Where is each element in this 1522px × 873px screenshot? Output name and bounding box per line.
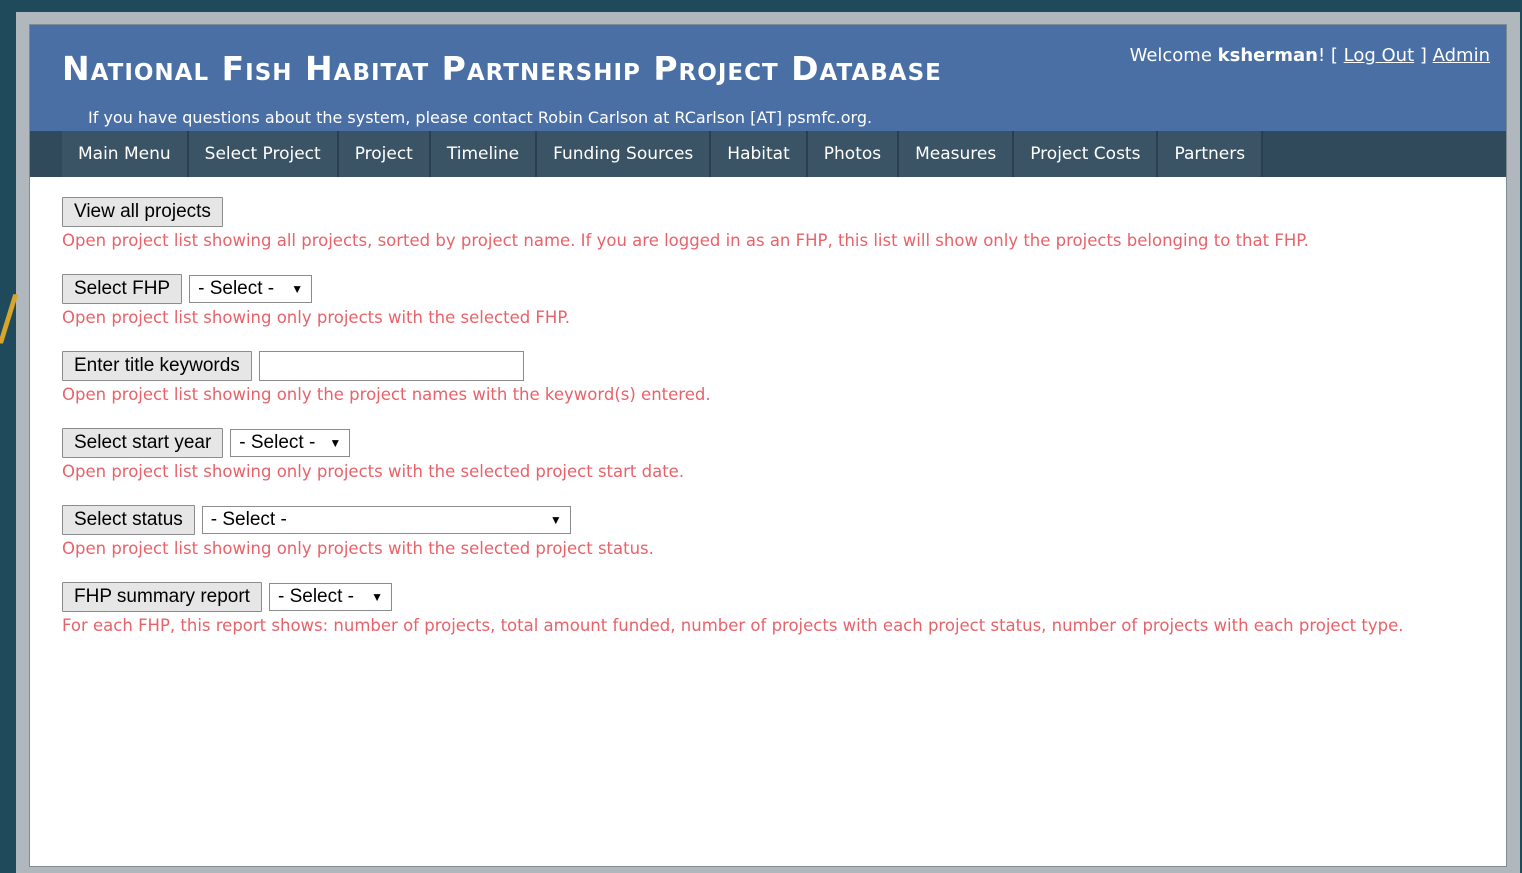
nav-item-project[interactable]: Project — [338, 131, 431, 177]
keywords-row: Enter title keywords — [62, 351, 1506, 381]
welcome-separator: ] — [1414, 45, 1433, 66]
browser-page: National Fish Habitat Partnership Projec… — [29, 24, 1507, 867]
fhp-summary-report-button[interactable]: FHP summary report — [62, 582, 262, 612]
main-nav: Main Menu Select Project Project Timelin… — [30, 131, 1506, 177]
nav-item-measures[interactable]: Measures — [899, 131, 1015, 177]
admin-link[interactable]: Admin — [1433, 45, 1490, 66]
select-fhp-button[interactable]: Select FHP — [62, 274, 183, 304]
start-year-row: Select start year - Select - ▼ — [62, 428, 1506, 458]
welcome-bar: Welcome ksherman! [ Log Out ] Admin — [1130, 45, 1490, 66]
welcome-prefix: Welcome — [1129, 45, 1218, 66]
fhp-select-value: - Select - — [198, 278, 275, 299]
fhp-select[interactable]: - Select - ▼ — [189, 275, 313, 303]
welcome-suffix: ! [ — [1317, 45, 1344, 66]
keywords-block: Enter title keywords Open project list s… — [62, 351, 1506, 406]
select-start-year-button[interactable]: Select start year — [62, 428, 224, 458]
dropdown-arrow-icon: ▼ — [329, 436, 342, 450]
start-year-description: Open project list showing only projects … — [62, 462, 685, 481]
summary-row: FHP summary report - Select - ▼ — [62, 582, 1506, 612]
status-select[interactable]: - Select - ▼ — [201, 506, 571, 534]
nav-item-funding-sources[interactable]: Funding Sources — [537, 131, 712, 177]
status-block: Select status - Select - ▼ Open project … — [62, 505, 1506, 560]
dropdown-arrow-icon: ▼ — [371, 590, 383, 604]
nav-item-habitat[interactable]: Habitat — [711, 131, 808, 177]
dropdown-arrow-icon: ▼ — [291, 282, 304, 296]
site-header: National Fish Habitat Partnership Projec… — [30, 25, 1506, 131]
summary-block: FHP summary report - Select - ▼ For each… — [62, 582, 1506, 637]
status-select-value: - Select - — [210, 509, 287, 530]
nav-item-select-project[interactable]: Select Project — [188, 131, 339, 177]
nav-item-timeline[interactable]: Timeline — [430, 131, 538, 177]
search-options: View all projects Open project list show… — [30, 177, 1506, 637]
summary-select-value: - Select - — [277, 586, 354, 607]
site-title: National Fish Habitat Partnership Projec… — [62, 49, 942, 88]
contact-line: If you have questions about the system, … — [88, 108, 873, 127]
username: ksherman — [1217, 45, 1318, 66]
view-all-description: Open project list showing all projects, … — [62, 231, 1309, 250]
nav-item-project-costs[interactable]: Project Costs — [1014, 131, 1159, 177]
fhp-row: Select FHP - Select - ▼ — [62, 274, 1506, 304]
nav-item-partners[interactable]: Partners — [1158, 131, 1264, 177]
select-status-button[interactable]: Select status — [62, 505, 195, 535]
start-year-block: Select start year - Select - ▼ Open proj… — [62, 428, 1506, 483]
status-row: Select status - Select - ▼ — [62, 505, 1506, 535]
nav-item-photos[interactable]: Photos — [807, 131, 900, 177]
status-description: Open project list showing only projects … — [62, 539, 654, 558]
fhp-block: Select FHP - Select - ▼ Open project lis… — [62, 274, 1506, 329]
summary-description: For each FHP, this report shows: number … — [62, 616, 1404, 635]
view-all-block: View all projects Open project list show… — [62, 197, 1506, 252]
summary-select[interactable]: - Select - ▼ — [268, 583, 392, 611]
enter-title-keywords-button[interactable]: Enter title keywords — [62, 351, 252, 381]
background-slash-glyph: / — [0, 283, 19, 353]
keywords-description: Open project list showing only the proje… — [62, 385, 711, 404]
view-all-row: View all projects — [62, 197, 1506, 227]
fhp-description: Open project list showing only projects … — [62, 308, 570, 327]
start-year-select[interactable]: - Select - ▼ — [230, 429, 351, 457]
view-all-projects-button[interactable]: View all projects — [62, 197, 223, 227]
nav-item-main-menu[interactable]: Main Menu — [62, 131, 189, 177]
logout-link[interactable]: Log Out — [1344, 45, 1415, 66]
title-keywords-input[interactable] — [258, 351, 524, 381]
dropdown-arrow-icon: ▼ — [549, 513, 562, 527]
start-year-select-value: - Select - — [239, 432, 316, 453]
